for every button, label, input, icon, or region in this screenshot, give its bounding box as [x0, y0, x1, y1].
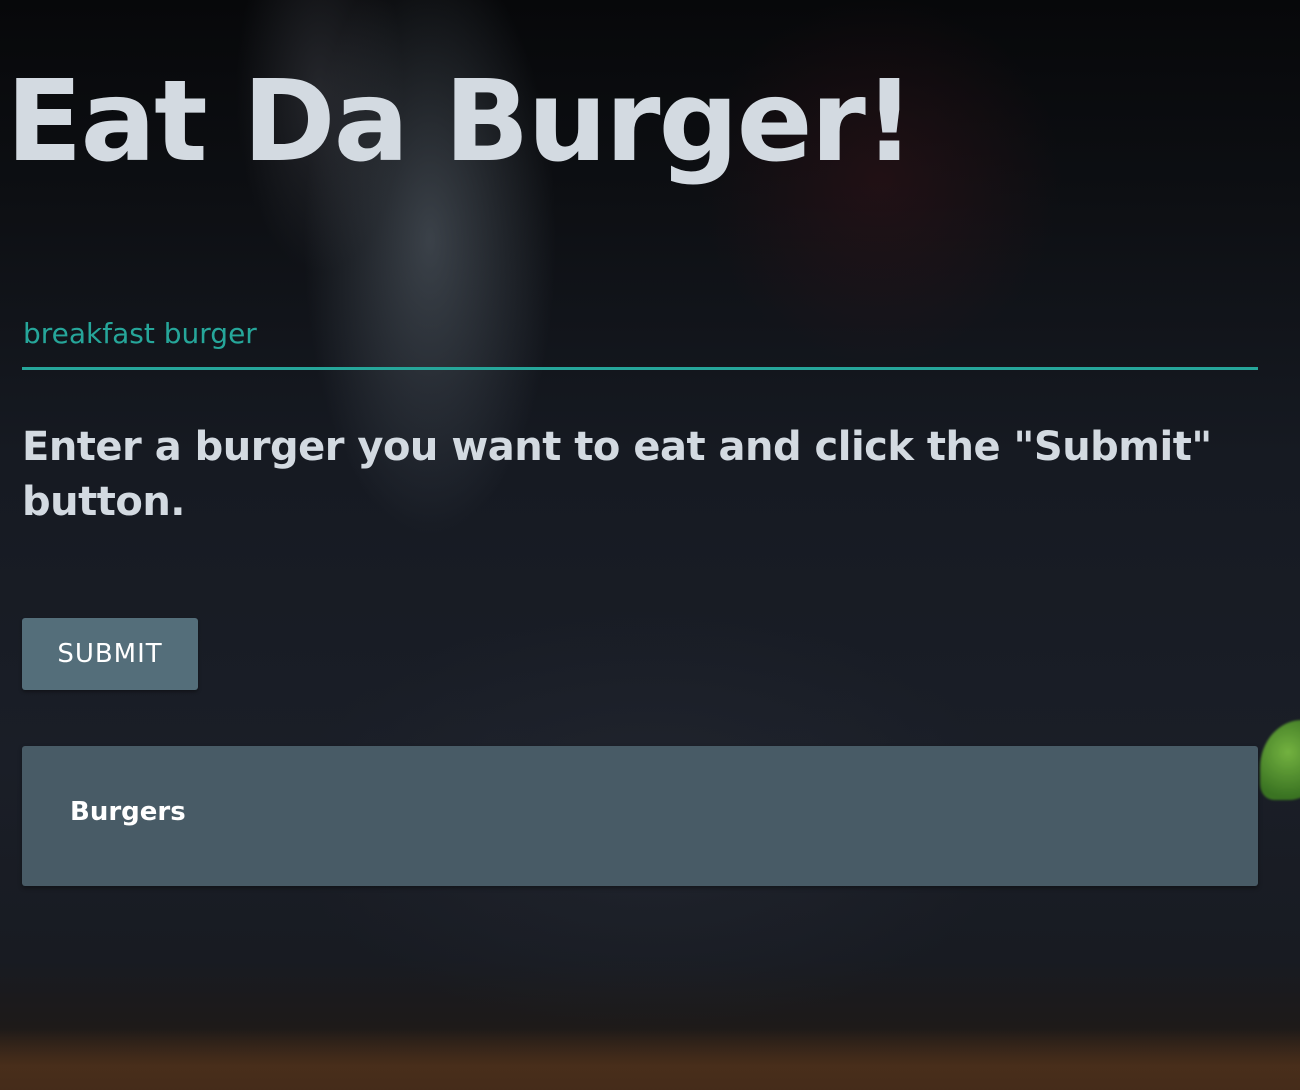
burger-name-input[interactable] — [22, 300, 1258, 370]
burgers-heading: Burgers — [70, 797, 186, 827]
page-content: Eat Da Burger! Enter a burger you want t… — [0, 0, 1300, 1090]
submit-button[interactable]: SUBMIT — [22, 618, 198, 690]
instructions-text: Enter a burger you want to eat and click… — [22, 424, 1212, 525]
burgers-panel: Burgers — [22, 746, 1258, 886]
page-title: Eat Da Burger! — [6, 57, 915, 187]
